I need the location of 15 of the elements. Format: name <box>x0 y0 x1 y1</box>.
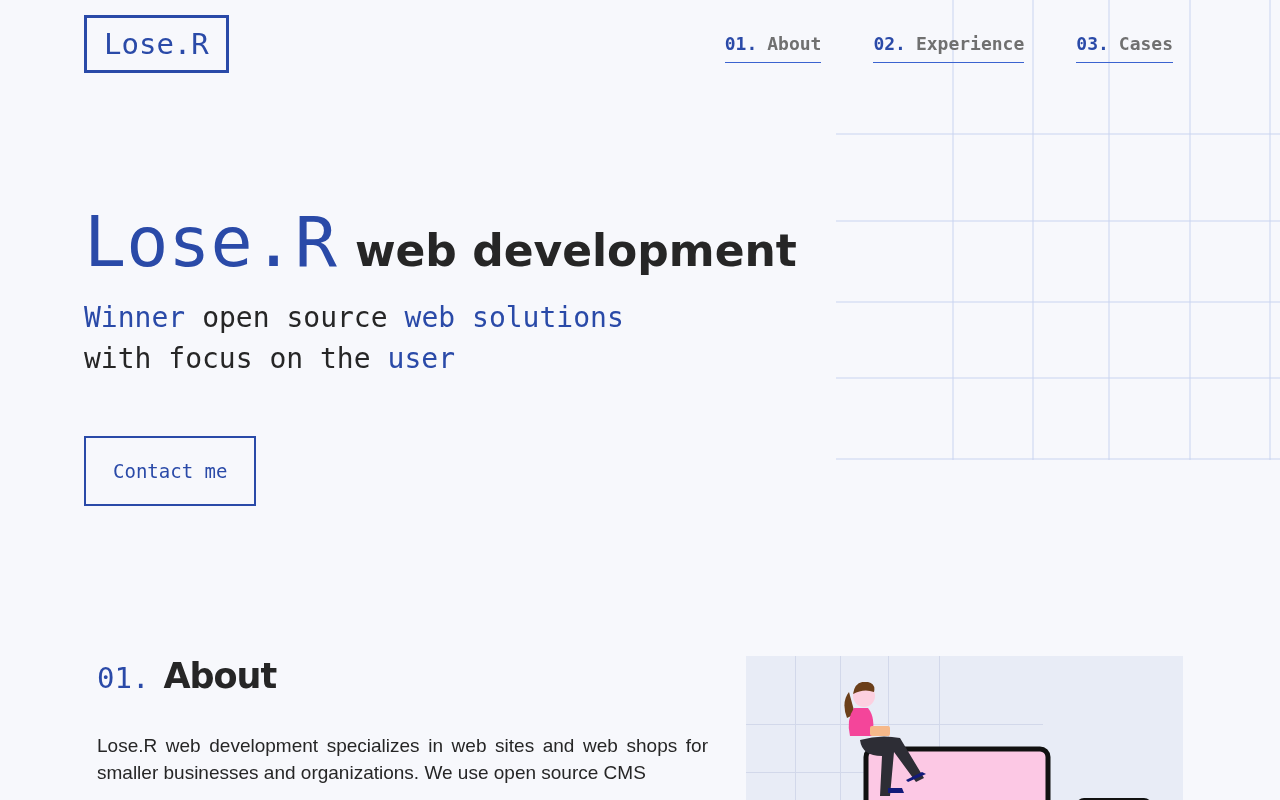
highlighted-text: Winner <box>84 300 186 336</box>
about-paragraph: Lose.R web development specializes in web sites and web shops for smaller businesses and organizations. We use open source CMS <box>97 734 708 785</box>
section-number: 01. <box>97 661 150 695</box>
highlighted-text: web solutions <box>404 300 624 336</box>
logo[interactable]: Lose.R <box>84 15 229 73</box>
hero-title: web development <box>354 225 797 276</box>
highlighted-text: user <box>387 341 455 377</box>
tagline-text: with focus on the <box>84 341 371 377</box>
tagline-text: open source <box>202 300 388 336</box>
nav-link[interactable]: 01. About <box>724 33 822 63</box>
nav-link[interactable]: 02. Experience <box>873 33 1025 63</box>
brand-name: Lose.R <box>84 201 337 283</box>
section-heading: About <box>163 656 277 696</box>
nav-link[interactable]: 03. Cases <box>1076 33 1173 63</box>
contact-button[interactable]: Contact me <box>84 436 257 506</box>
